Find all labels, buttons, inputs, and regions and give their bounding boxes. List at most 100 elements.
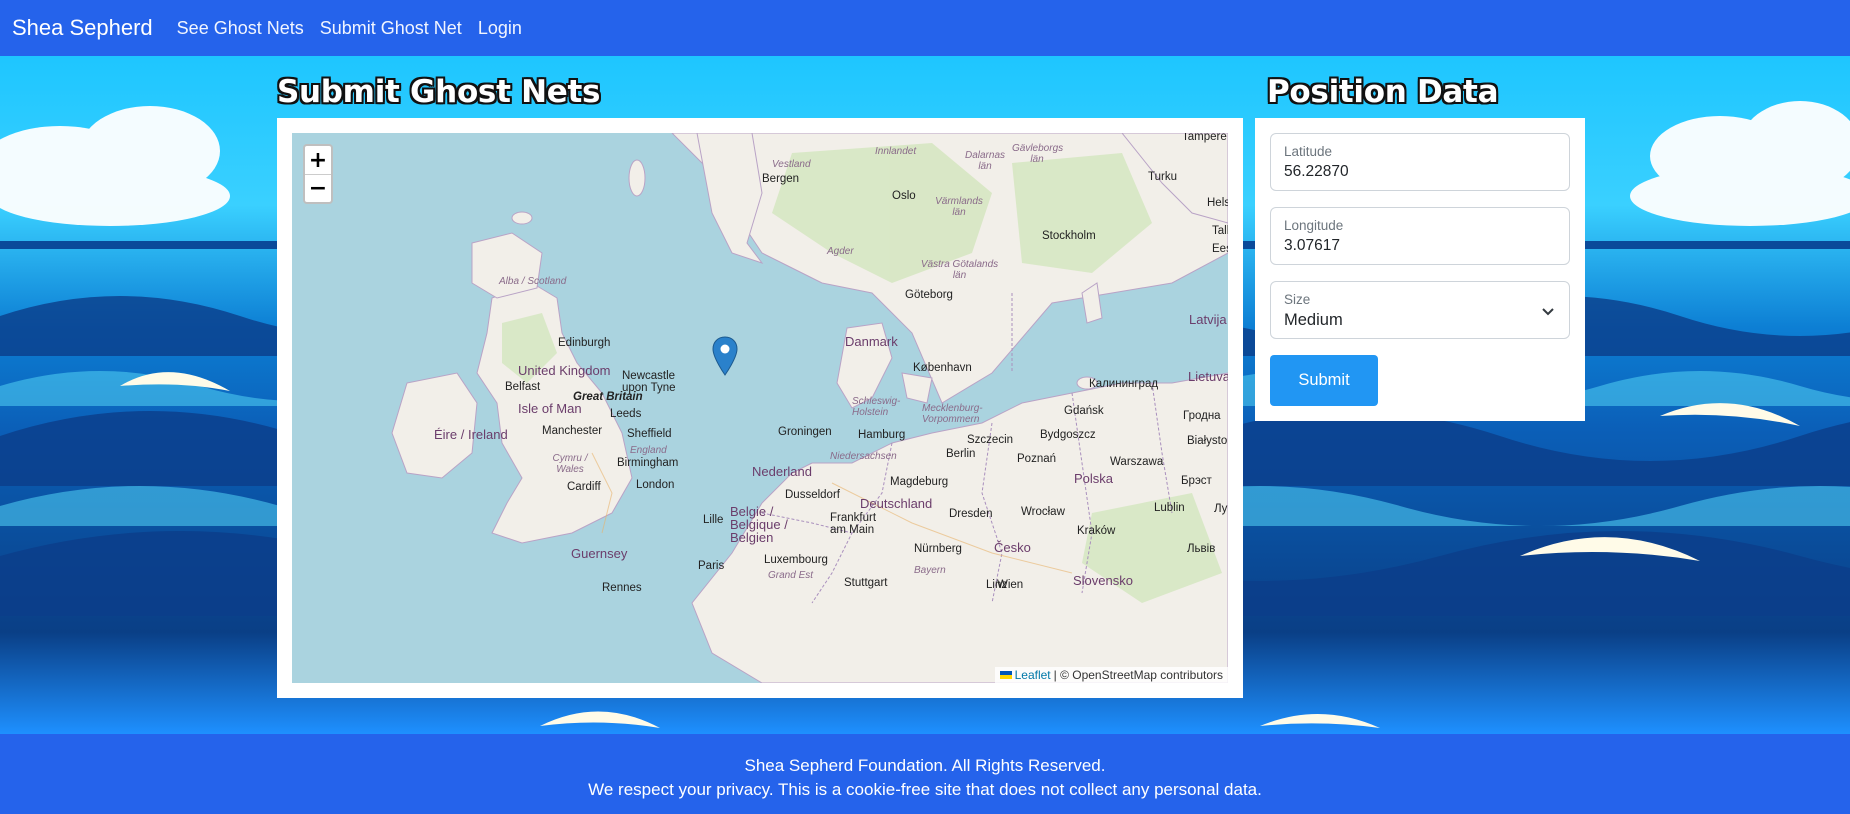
- map-label: Gdańsk: [1064, 405, 1104, 417]
- map-label: Dresden: [949, 508, 993, 520]
- map-label: Lille: [703, 514, 724, 526]
- map-label: Magdeburg: [890, 476, 949, 488]
- map-label: Lietuva: [1188, 369, 1228, 384]
- longitude-field[interactable]: Longitude 3.07617: [1270, 207, 1570, 265]
- map-label: Deutschland: [860, 496, 933, 511]
- map-label: Latvija: [1189, 312, 1227, 327]
- map-label: Danmark: [845, 334, 898, 349]
- map-label: Groningen: [778, 426, 832, 438]
- map-label: England: [630, 445, 667, 456]
- map-label: Gävleborgs län: [1012, 143, 1064, 165]
- map-label: Niedersachsen: [830, 451, 897, 462]
- map-label: Bergen: [762, 173, 800, 185]
- map-label: Лу: [1214, 503, 1228, 515]
- map-label: Lublin: [1154, 502, 1185, 514]
- latitude-input[interactable]: 56.22870: [1284, 163, 1349, 181]
- location-marker-icon[interactable]: [712, 336, 738, 381]
- submit-button[interactable]: Submit: [1270, 355, 1378, 406]
- map-label: Edinburgh: [558, 337, 611, 349]
- map-label: Eest: [1212, 243, 1228, 255]
- map-label: Sheffield: [627, 428, 672, 440]
- map-label: Alba / Scotland: [499, 276, 567, 287]
- map-label: Värmlands län: [935, 196, 983, 218]
- position-data-title: Position Data: [1267, 74, 1499, 110]
- map-label: Гродна: [1183, 410, 1221, 422]
- longitude-label: Longitude: [1284, 218, 1344, 233]
- map-label: Vestland: [772, 159, 811, 170]
- map-label: Bydgoszcz: [1040, 429, 1096, 441]
- zoom-in-button[interactable]: +: [305, 146, 331, 174]
- map-label: Warszawa: [1110, 456, 1164, 468]
- map-label: Брэст: [1181, 475, 1212, 487]
- size-selected-value: Medium: [1284, 311, 1343, 329]
- size-label: Size: [1284, 292, 1311, 307]
- ukraine-flag-icon: [999, 671, 1012, 679]
- map-label: Birmingham: [617, 457, 679, 469]
- map-label: Wrocław: [1021, 506, 1065, 518]
- size-select[interactable]: Size Medium: [1270, 281, 1570, 339]
- map-label: Львів: [1187, 543, 1216, 555]
- map-label: Guernsey: [571, 546, 628, 561]
- map-label: Göteborg: [905, 289, 953, 301]
- map-label: Cymru / Wales: [552, 453, 588, 475]
- page-title: Submit Ghost Nets: [277, 74, 601, 110]
- map[interactable]: Tampere Bergen Oslo Turku Stockholm Hels…: [292, 133, 1228, 683]
- latitude-label: Latitude: [1284, 144, 1333, 159]
- chevron-down-icon: [1541, 304, 1555, 322]
- map-label: United Kingdom: [518, 363, 611, 378]
- map-label: Stockholm: [1042, 230, 1096, 242]
- footer-copyright: Shea Sepherd Foundation. All Rights Rese…: [744, 756, 1106, 775]
- map-label: Polska: [1074, 471, 1114, 486]
- map-card: Tampere Bergen Oslo Turku Stockholm Hels…: [277, 118, 1243, 698]
- nav-link-see-ghost-nets[interactable]: See Ghost Nets: [177, 18, 304, 39]
- footer-privacy-note: We respect your privacy. This is a cooki…: [588, 780, 1262, 799]
- map-label: Cardiff: [567, 481, 601, 493]
- map-attribution: Leaflet | © OpenStreetMap contributors: [994, 667, 1228, 683]
- map-label: Stuttgart: [844, 577, 888, 589]
- map-label: Česko: [994, 540, 1031, 555]
- map-label: Dusseldorf: [785, 489, 840, 501]
- leaflet-link[interactable]: Leaflet: [1015, 668, 1051, 682]
- map-label: Poznań: [1017, 453, 1057, 465]
- map-label: Luxembourg: [764, 554, 828, 566]
- map-label: Tallin: [1212, 225, 1228, 237]
- map-label: Wien: [997, 579, 1024, 591]
- map-label: Éire / Ireland: [434, 427, 508, 442]
- navbar: Shea Sepherd See Ghost Nets Submit Ghost…: [0, 0, 1850, 56]
- map-label: Frankfurt am Main: [830, 512, 877, 536]
- map-label: Tampere: [1182, 133, 1227, 143]
- map-label: Innlandet: [875, 146, 917, 157]
- osm-attribution: | © OpenStreetMap contributors: [1053, 668, 1223, 682]
- map-label: Калининград: [1089, 378, 1159, 390]
- map-label: Grand Est: [768, 570, 814, 581]
- map-label: Schleswig-Holstein: [852, 396, 901, 418]
- nav-link-login[interactable]: Login: [478, 18, 522, 39]
- map-label: Szczecin: [967, 434, 1014, 446]
- map-label: Turku: [1148, 171, 1177, 183]
- map-label: Belfast: [505, 381, 541, 393]
- position-data-card: Latitude 56.22870 Longitude 3.07617 Size…: [1255, 118, 1585, 421]
- brand-link[interactable]: Shea Sepherd: [12, 15, 153, 41]
- map-label: Bayern: [914, 565, 946, 576]
- nav-link-submit-ghost-net[interactable]: Submit Ghost Net: [320, 18, 462, 39]
- map-label: Slovensko: [1073, 573, 1133, 588]
- map-label: Dalarnas län: [964, 150, 1006, 172]
- latitude-field[interactable]: Latitude 56.22870: [1270, 133, 1570, 191]
- map-label: Nederland: [752, 464, 812, 479]
- map-label: Isle of Man: [518, 401, 582, 416]
- map-label: Great Britain: [573, 391, 643, 403]
- longitude-input[interactable]: 3.07617: [1284, 237, 1340, 255]
- map-label: Paris: [698, 560, 725, 572]
- map-label: Oslo: [892, 190, 916, 202]
- map-label: København: [913, 362, 972, 374]
- map-label: Rennes: [602, 582, 642, 594]
- map-label: Nürnberg: [914, 543, 962, 555]
- map-label: Leeds: [610, 408, 642, 420]
- map-label: Helsi: [1207, 197, 1228, 209]
- map-label: Mecklenburg-Vorpommern: [922, 403, 983, 425]
- zoom-control: + −: [303, 144, 333, 204]
- map-label: Belgie / Belgique / Belgien: [730, 504, 788, 545]
- footer: Shea Sepherd Foundation. All Rights Rese…: [0, 734, 1850, 814]
- map-label: Västra Götalands län: [920, 259, 999, 281]
- zoom-out-button[interactable]: −: [305, 174, 331, 202]
